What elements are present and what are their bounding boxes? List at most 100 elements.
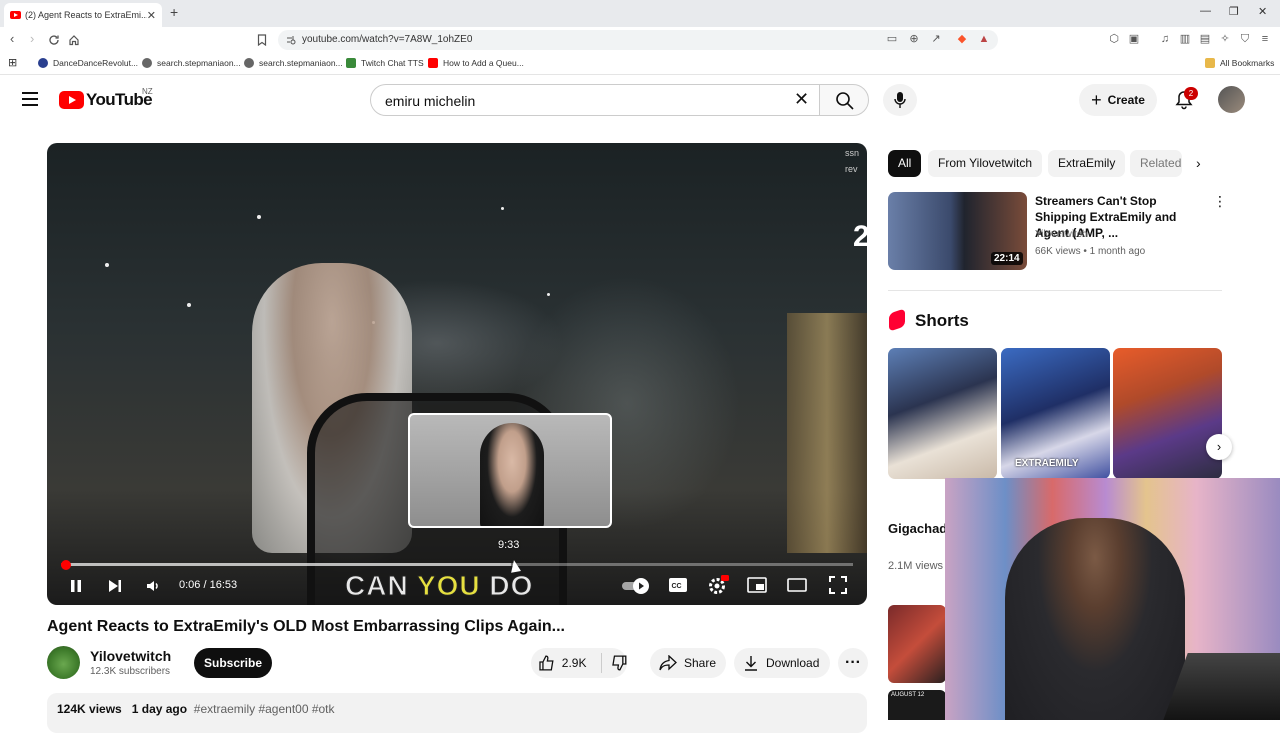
more-options-icon[interactable]: ⋮ <box>1213 194 1227 208</box>
microphone-icon <box>894 92 906 108</box>
notification-count-badge: 2 <box>1184 87 1198 100</box>
pause-icon[interactable] <box>68 578 84 594</box>
recommended-channel[interactable]: Yilovetwitch <box>1035 229 1087 240</box>
progress-buffered <box>61 563 511 566</box>
zoom-icon[interactable]: ⊕ <box>908 33 920 45</box>
thumbs-up-icon[interactable] <box>539 655 555 671</box>
sidebar-toggle-icon[interactable]: ▥ <box>1179 33 1191 45</box>
youtube-favicon-icon <box>428 58 438 68</box>
chip-related[interactable]: Related <box>1130 150 1182 177</box>
recommended-thumbnail[interactable]: AUGUST 12 <box>888 690 946 720</box>
youtube-logo[interactable]: YouTube NZ <box>59 87 153 110</box>
bookmark-icon[interactable] <box>257 34 267 46</box>
subscribe-button[interactable]: Subscribe <box>194 648 272 678</box>
new-tab-button[interactable]: + <box>170 4 178 20</box>
webcam-person <box>1005 518 1185 720</box>
download-button[interactable]: Download <box>734 648 830 678</box>
youtube-favicon-icon <box>10 11 21 19</box>
video-player[interactable] <box>47 143 867 605</box>
short-card[interactable]: EXTRAEMILY <box>1001 348 1110 479</box>
progress-scrubber-handle[interactable] <box>61 560 71 570</box>
theater-mode-icon[interactable] <box>787 578 807 592</box>
download-icon <box>745 656 757 671</box>
wallet-icon[interactable]: ▤ <box>1199 33 1211 45</box>
view-count: 124K views <box>57 702 122 716</box>
hashtags[interactable]: #extraemily #agent00 #otk <box>194 702 335 716</box>
seek-preview-thumbnail <box>408 413 612 528</box>
minimize-window-button[interactable]: — <box>1200 5 1211 17</box>
video-frame-detail <box>547 293 550 296</box>
next-video-icon[interactable] <box>107 578 123 594</box>
browser-menu-icon[interactable]: ≡ <box>1259 33 1271 45</box>
close-tab-icon[interactable]: ✕ <box>147 9 156 22</box>
create-button[interactable]: + Create <box>1079 84 1157 116</box>
chip-from-channel[interactable]: From Yilovetwitch <box>928 150 1043 177</box>
video-frame-detail <box>187 303 191 307</box>
screenshot-icon[interactable]: ▣ <box>1128 33 1140 45</box>
bookmark-item[interactable]: How to Add a Queu... <box>428 58 524 68</box>
maximize-window-button[interactable]: ❐ <box>1229 5 1239 18</box>
search-input[interactable]: emiru michelin <box>370 84 820 116</box>
upload-age: 1 day ago <box>131 702 188 716</box>
chip-all[interactable]: All <box>888 150 922 177</box>
cast-icon[interactable]: ▭ <box>886 33 898 45</box>
close-window-button[interactable]: ✕ <box>1258 5 1267 18</box>
miniplayer-icon[interactable] <box>747 577 767 593</box>
search-button[interactable] <box>819 84 869 116</box>
short-title[interactable]: Gigachad Emily drin <box>888 520 948 538</box>
share-icon <box>659 655 677 671</box>
music-icon[interactable]: ♫ <box>1159 33 1171 45</box>
site-favicon-icon <box>346 58 356 68</box>
all-bookmarks-folder[interactable]: All Bookmarks <box>1205 58 1274 68</box>
bookmark-item[interactable]: Twitch Chat TTS <box>346 58 424 68</box>
apps-grid-icon[interactable]: ⊞ <box>8 56 17 69</box>
share-button[interactable]: Share <box>650 648 726 678</box>
description-box[interactable]: 124K views 1 day ago #extraemily #agent0… <box>47 693 867 733</box>
home-icon[interactable] <box>68 34 80 46</box>
bookmark-item[interactable]: search.stepmaniaon... <box>142 58 241 68</box>
fullscreen-icon[interactable] <box>829 576 847 594</box>
site-favicon-icon <box>244 58 254 68</box>
bookmark-item[interactable]: search.stepmaniaon... <box>244 58 343 68</box>
back-icon[interactable]: ‹ <box>10 31 14 46</box>
vpn-icon[interactable]: ⛉ <box>1239 33 1251 45</box>
chevron-right-icon[interactable]: › <box>1196 155 1201 171</box>
brave-shield-icon[interactable]: ◆ <box>956 33 968 45</box>
video-frame-detail <box>787 313 867 553</box>
tab-title: (2) Agent Reacts to ExtraEmi... <box>25 10 147 20</box>
channel-avatar[interactable] <box>47 646 80 679</box>
like-count[interactable]: 2.9K <box>562 656 601 670</box>
mouse-cursor-icon <box>509 559 521 573</box>
account-avatar[interactable] <box>1218 86 1245 113</box>
settings-gear-icon[interactable] <box>707 575 729 595</box>
reload-icon[interactable] <box>48 34 60 46</box>
short-card[interactable] <box>1113 348 1222 479</box>
captions-icon[interactable]: CC <box>668 577 688 593</box>
leo-ai-icon[interactable]: ✧ <box>1219 33 1231 45</box>
voice-search-button[interactable] <box>883 84 917 116</box>
guide-menu-icon[interactable] <box>22 92 38 106</box>
rewards-icon[interactable]: ▲ <box>978 33 990 45</box>
more-actions-icon[interactable]: ··· <box>838 648 868 678</box>
volume-icon[interactable] <box>145 578 161 594</box>
chip-extraemily[interactable]: ExtraEmily <box>1048 150 1126 177</box>
channel-name[interactable]: Yilovetwitch <box>90 648 171 664</box>
browser-tab[interactable]: (2) Agent Reacts to ExtraEmi... ✕ <box>4 3 162 27</box>
stream-overlay-text: ssn rev <box>845 148 860 174</box>
forward-icon[interactable]: › <box>30 31 34 46</box>
video-time: 0:06 / 16:53 <box>179 579 238 591</box>
share-page-icon[interactable]: ↗ <box>930 33 942 45</box>
thumbs-down-icon[interactable] <box>611 655 627 671</box>
video-frame-detail <box>501 207 504 210</box>
bookmark-item[interactable]: DanceDanceRevolut... <box>38 58 138 68</box>
youtube-play-icon <box>59 91 84 109</box>
site-info-icon[interactable] <box>286 35 296 45</box>
shorts-heading: Shorts <box>915 311 969 330</box>
autoplay-toggle-icon[interactable] <box>621 577 651 595</box>
extensions-icon[interactable]: ⬡ <box>1108 33 1120 45</box>
short-card[interactable] <box>888 348 997 479</box>
shorts-next-icon[interactable]: › <box>1206 434 1232 460</box>
clear-search-icon[interactable]: ✕ <box>794 90 809 108</box>
recommended-thumbnail[interactable] <box>888 605 946 683</box>
site-favicon-icon <box>142 58 152 68</box>
